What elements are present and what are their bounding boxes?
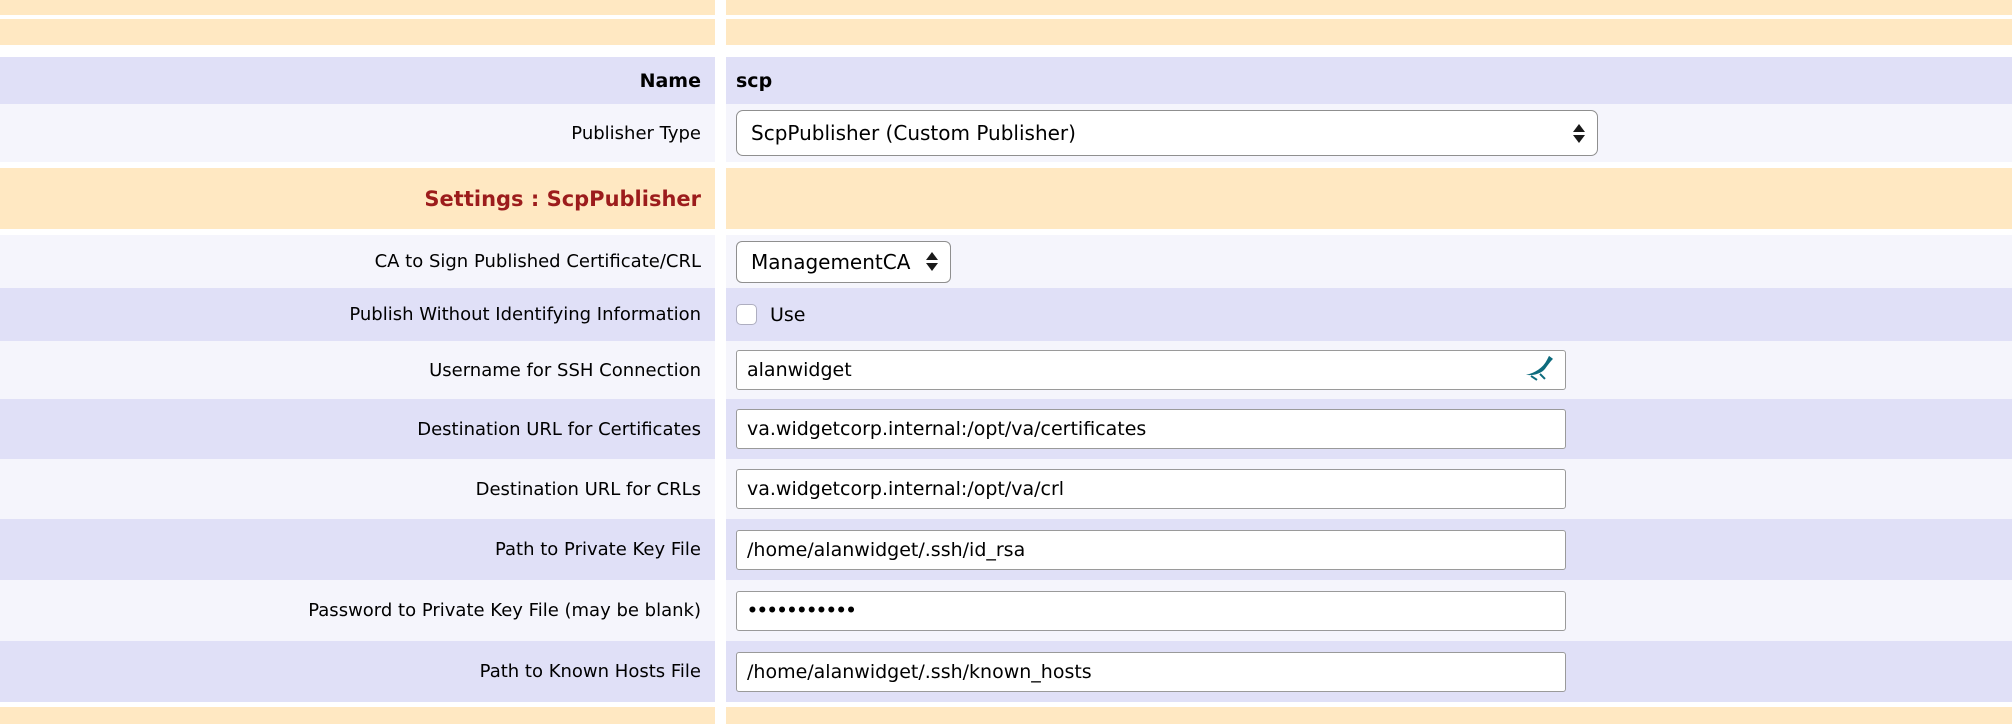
privkey-password-label: Password to Private Key File (may be bla… <box>308 600 701 621</box>
crl-url-input[interactable] <box>736 469 1566 509</box>
column-gap <box>715 459 726 519</box>
bottom-band <box>0 707 2012 724</box>
crl-url-row: Destination URL for CRLs <box>0 459 2012 519</box>
select-arrows-icon <box>1573 124 1585 143</box>
known-hosts-label: Path to Known Hosts File <box>480 661 701 682</box>
top-band-2 <box>0 19 2012 45</box>
privkey-path-row: Path to Private Key File <box>0 519 2012 580</box>
top-band-1 <box>0 0 2012 15</box>
known-hosts-input[interactable] <box>736 652 1566 692</box>
column-gap <box>715 57 726 104</box>
column-gap <box>715 641 726 702</box>
column-gap <box>715 519 726 580</box>
anonymize-label: Publish Without Identifying Information <box>349 304 701 325</box>
select-arrows-icon <box>926 252 938 271</box>
settings-heading-row: Settings : ScpPublisher <box>0 168 2012 229</box>
row-divider <box>0 45 2012 57</box>
column-gap <box>715 399 726 459</box>
name-row: Name scp <box>0 57 2012 104</box>
privkey-path-input[interactable] <box>736 530 1566 570</box>
cert-url-row: Destination URL for Certificates <box>0 399 2012 459</box>
cert-url-input[interactable] <box>736 409 1566 449</box>
publisher-type-row: Publisher Type ScpPublisher (Custom Publ… <box>0 104 2012 162</box>
column-gap <box>715 235 726 288</box>
publisher-type-label: Publisher Type <box>571 123 701 144</box>
column-gap <box>715 168 726 229</box>
anonymize-checkbox[interactable] <box>736 304 757 325</box>
column-gap <box>715 341 726 399</box>
known-hosts-row: Path to Known Hosts File <box>0 641 2012 702</box>
autofill-impala-icon[interactable] <box>1524 355 1556 381</box>
ca-selected-option: ManagementCA <box>751 250 910 274</box>
name-label: Name <box>640 70 701 92</box>
ca-label: CA to Sign Published Certificate/CRL <box>375 251 701 272</box>
publisher-type-select[interactable]: ScpPublisher (Custom Publisher) <box>736 110 1598 156</box>
ca-row: CA to Sign Published Certificate/CRL Man… <box>0 235 2012 288</box>
anonymize-row: Publish Without Identifying Information … <box>0 288 2012 341</box>
privkey-path-label: Path to Private Key File <box>495 539 701 560</box>
publisher-type-selected-option: ScpPublisher (Custom Publisher) <box>751 121 1076 145</box>
column-gap <box>715 707 726 724</box>
ca-select[interactable]: ManagementCA <box>736 241 951 283</box>
privkey-password-row: Password to Private Key File (may be bla… <box>0 580 2012 641</box>
privkey-password-input[interactable] <box>736 591 1566 631</box>
column-gap <box>715 580 726 641</box>
crl-url-label: Destination URL for CRLs <box>476 479 701 500</box>
cert-url-label: Destination URL for Certificates <box>417 419 701 440</box>
column-gap <box>715 104 726 162</box>
column-gap <box>715 19 726 45</box>
username-label: Username for SSH Connection <box>429 360 701 381</box>
column-gap <box>715 0 726 15</box>
username-input[interactable] <box>736 350 1566 390</box>
name-value: scp <box>736 70 772 92</box>
anonymize-checkbox-label: Use <box>770 304 806 326</box>
username-row: Username for SSH Connection <box>0 341 2012 399</box>
column-gap <box>715 288 726 341</box>
settings-heading: Settings : ScpPublisher <box>424 187 701 211</box>
